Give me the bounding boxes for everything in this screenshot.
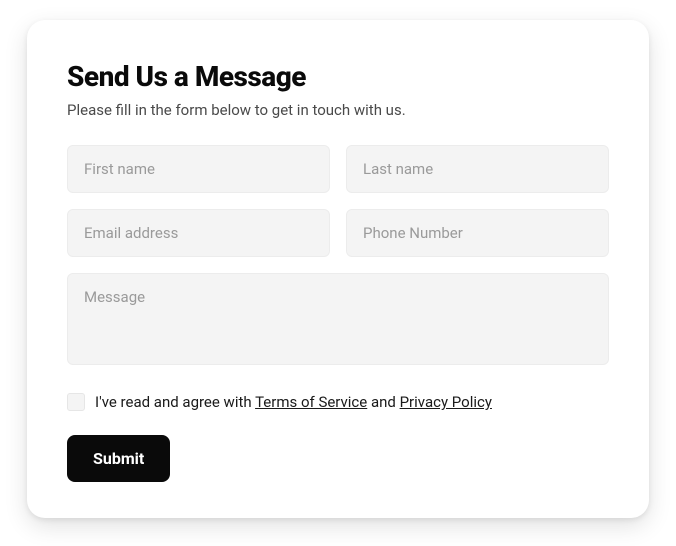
contact-form-card: Send Us a Message Please fill in the for… <box>27 20 649 518</box>
form-title: Send Us a Message <box>67 60 609 93</box>
name-row <box>67 145 609 193</box>
email-input[interactable] <box>67 209 330 257</box>
last-name-input[interactable] <box>346 145 609 193</box>
agree-mid: and <box>367 393 399 411</box>
agree-text: I've read and agree with Terms of Servic… <box>95 393 492 411</box>
submit-button[interactable]: Submit <box>67 435 170 482</box>
contact-row <box>67 209 609 257</box>
privacy-policy-link[interactable]: Privacy Policy <box>400 393 492 411</box>
agree-checkbox[interactable] <box>67 393 85 411</box>
form-subtitle: Please fill in the form below to get in … <box>67 101 609 119</box>
agree-row: I've read and agree with Terms of Servic… <box>67 393 609 411</box>
first-name-input[interactable] <box>67 145 330 193</box>
phone-input[interactable] <box>346 209 609 257</box>
terms-of-service-link[interactable]: Terms of Service <box>255 393 367 411</box>
message-textarea[interactable] <box>67 273 609 365</box>
agree-prefix: I've read and agree with <box>95 393 255 411</box>
